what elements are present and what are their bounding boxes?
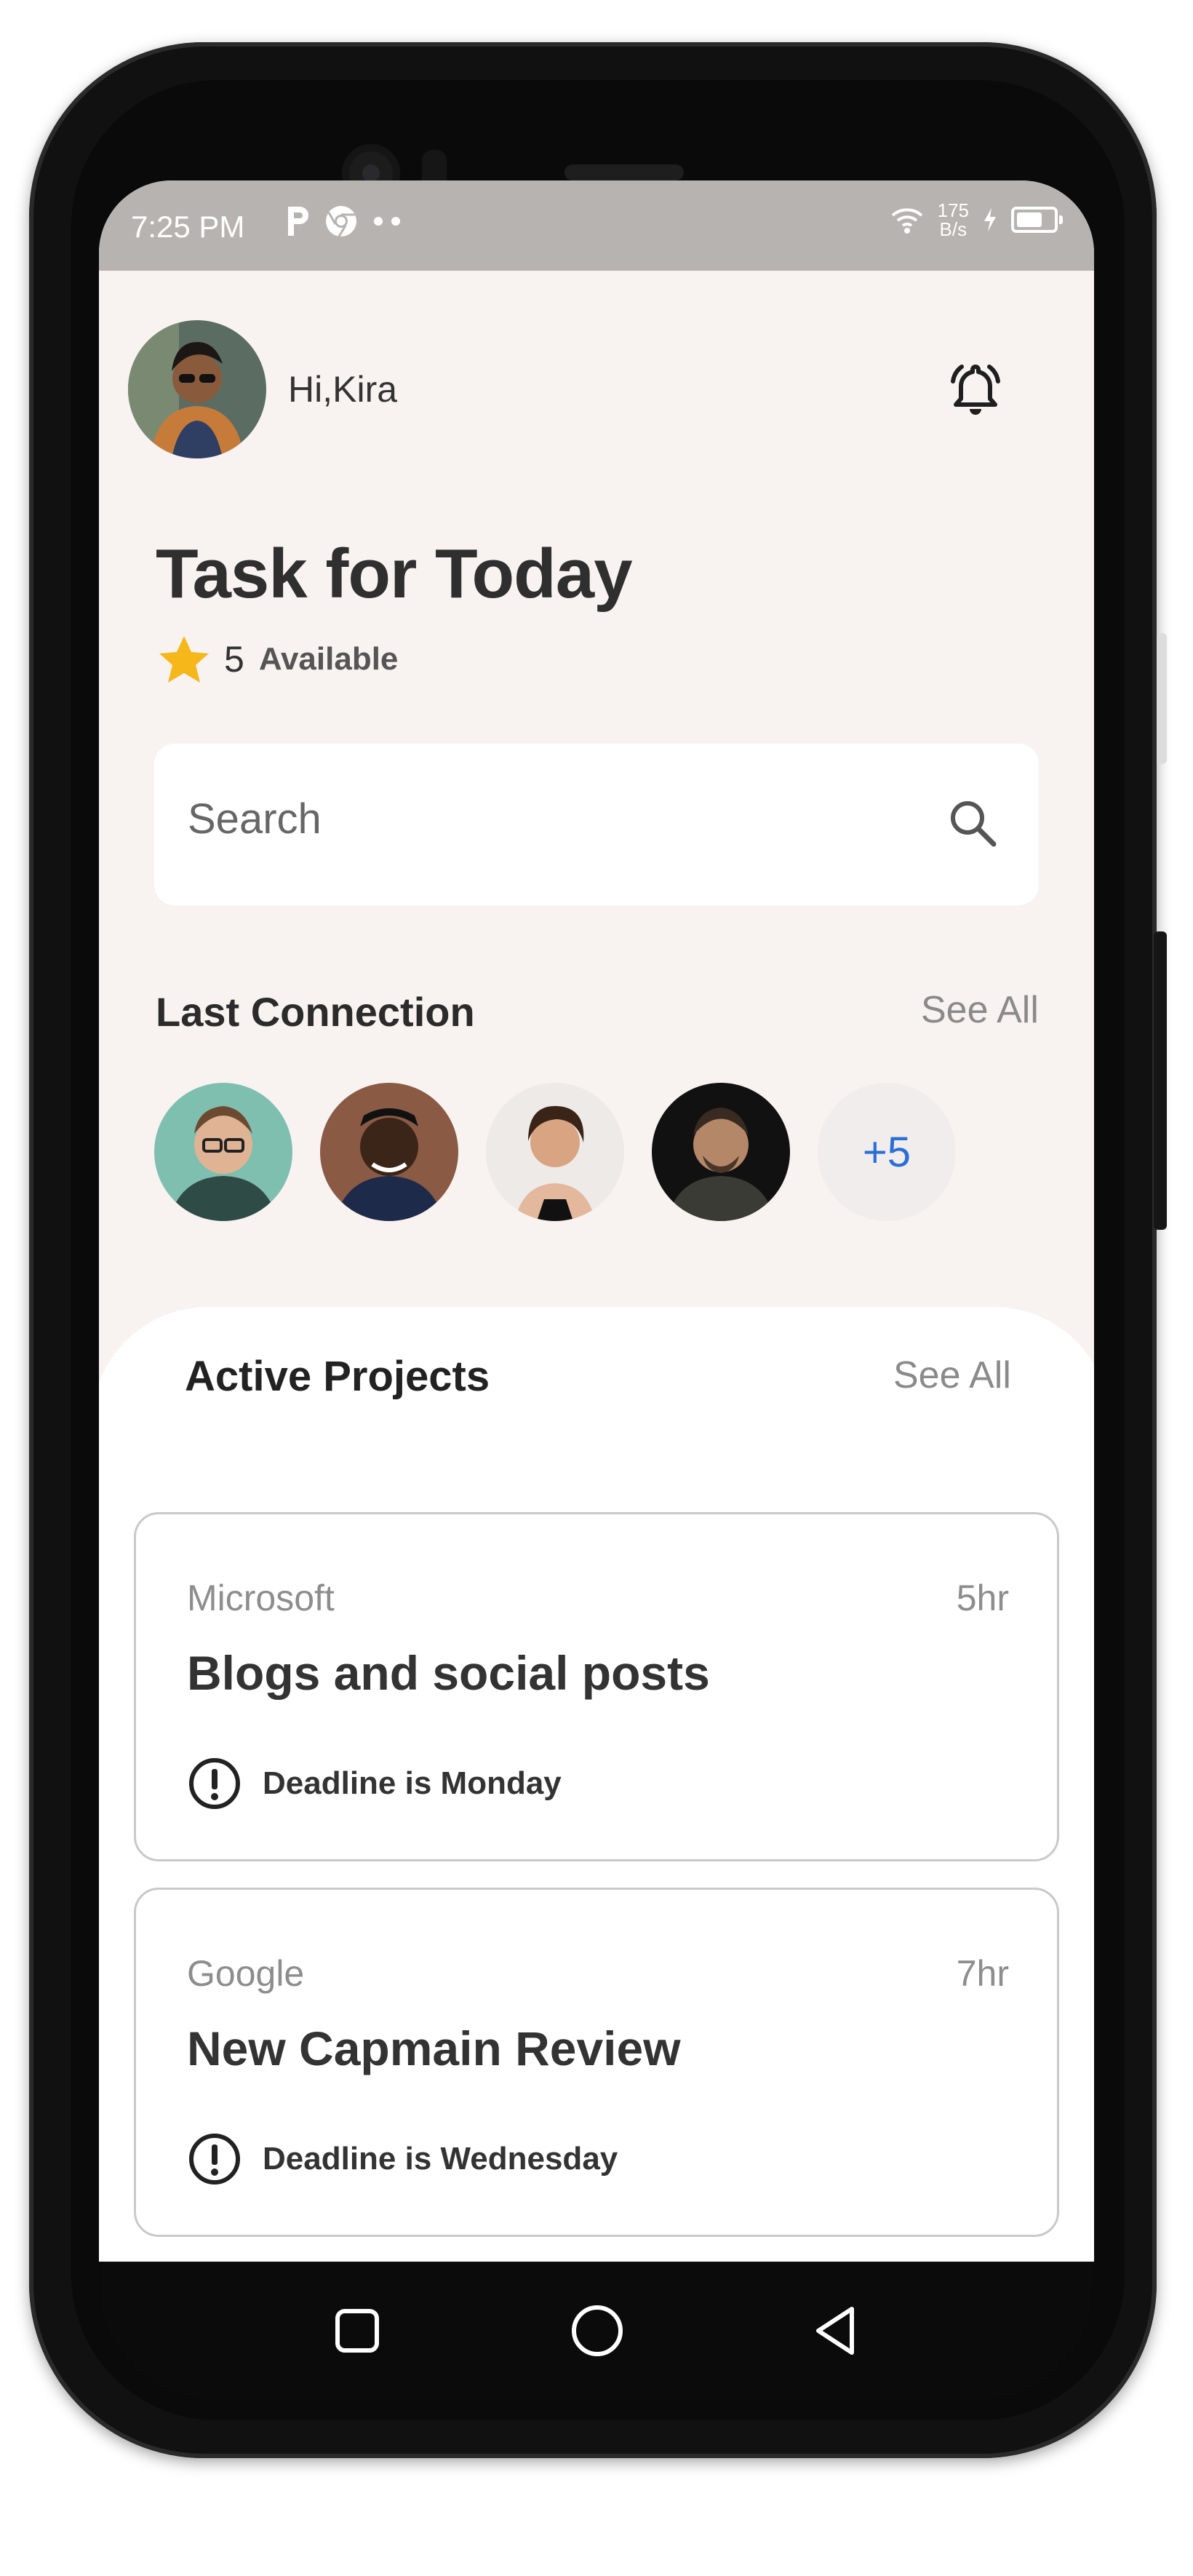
battery-icon (1011, 207, 1063, 233)
available-label: Available (258, 641, 399, 677)
alert-icon (189, 2134, 240, 2185)
greeting-text: Hi,Kira (288, 369, 398, 410)
app-screen: 7:25 PM 175 B/s Hi,Kira Task for Today 5… (99, 180, 1094, 2262)
page-title: Task for Today (156, 535, 633, 613)
power-button (1154, 931, 1167, 1230)
more-connections-button[interactable]: +5 (818, 1083, 956, 1221)
notification-icons (284, 204, 406, 239)
connection-avatar[interactable] (486, 1083, 624, 1221)
search-input[interactable] (188, 795, 915, 843)
system-status-icons: 175 B/s (890, 201, 1063, 239)
project-company: Microsoft (187, 1578, 335, 1618)
available-count: 5 (224, 639, 244, 680)
bell-icon (951, 365, 1000, 415)
alert-icon (189, 1758, 240, 1809)
status-bar: 7:25 PM 175 B/s (99, 180, 1094, 271)
wifi-icon (891, 208, 922, 234)
deadline-text: Deadline is Wednesday (263, 2141, 618, 2177)
active-projects-title: Active Projects (185, 1353, 490, 1400)
charging-icon (984, 208, 996, 231)
status-time: 7:25 PM (131, 210, 245, 244)
header: Hi,Kira (128, 320, 1066, 458)
project-deadline: Deadline is Wednesday (187, 2131, 618, 2187)
project-deadline: Deadline is Monday (187, 1756, 562, 1811)
network-speed-unit: B/s (939, 218, 967, 240)
more-notifications-icon (374, 217, 400, 226)
network-speed-value: 175 (937, 199, 969, 221)
available-tasks: 5 Available (159, 635, 398, 684)
circle-icon (572, 2305, 623, 2356)
parking-icon (288, 207, 308, 236)
connection-list: +5 (154, 1083, 956, 1221)
project-hours: 5hr (956, 1578, 1009, 1618)
home-button[interactable] (564, 2298, 630, 2364)
chrome-icon (326, 206, 356, 237)
star-icon (159, 636, 209, 683)
back-button[interactable] (805, 2298, 870, 2364)
last-connection-title: Last Connection (156, 989, 475, 1035)
project-card[interactable]: Microsoft 5hr Blogs and social posts Dea… (134, 1512, 1059, 1861)
project-title: New Capmain Review (187, 2022, 681, 2075)
project-company: Google (187, 1953, 305, 1994)
project-hours: 7hr (956, 1953, 1009, 1994)
connection-avatar[interactable] (652, 1083, 790, 1221)
navigation-bar (99, 2262, 1094, 2400)
project-card[interactable]: Google 7hr New Capmain Review Deadline i… (134, 1888, 1059, 2237)
search-box[interactable] (154, 744, 1039, 905)
search-icon[interactable] (946, 796, 1001, 851)
connection-avatar[interactable] (320, 1083, 458, 1221)
triangle-back-icon (816, 2307, 854, 2355)
network-speed: 175 B/s (938, 201, 969, 239)
avatar[interactable] (128, 320, 266, 458)
last-connection-see-all[interactable]: See All (921, 988, 1039, 1032)
square-icon (335, 2309, 379, 2353)
active-projects-see-all[interactable]: See All (893, 1353, 1011, 1397)
notification-button[interactable] (943, 357, 1008, 426)
volume-button (1157, 633, 1167, 764)
recent-apps-button[interactable] (324, 2298, 390, 2364)
project-title: Blogs and social posts (187, 1646, 710, 1700)
connection-avatar[interactable] (154, 1083, 292, 1221)
earpiece-speaker (564, 164, 684, 180)
deadline-text: Deadline is Monday (263, 1765, 562, 1801)
